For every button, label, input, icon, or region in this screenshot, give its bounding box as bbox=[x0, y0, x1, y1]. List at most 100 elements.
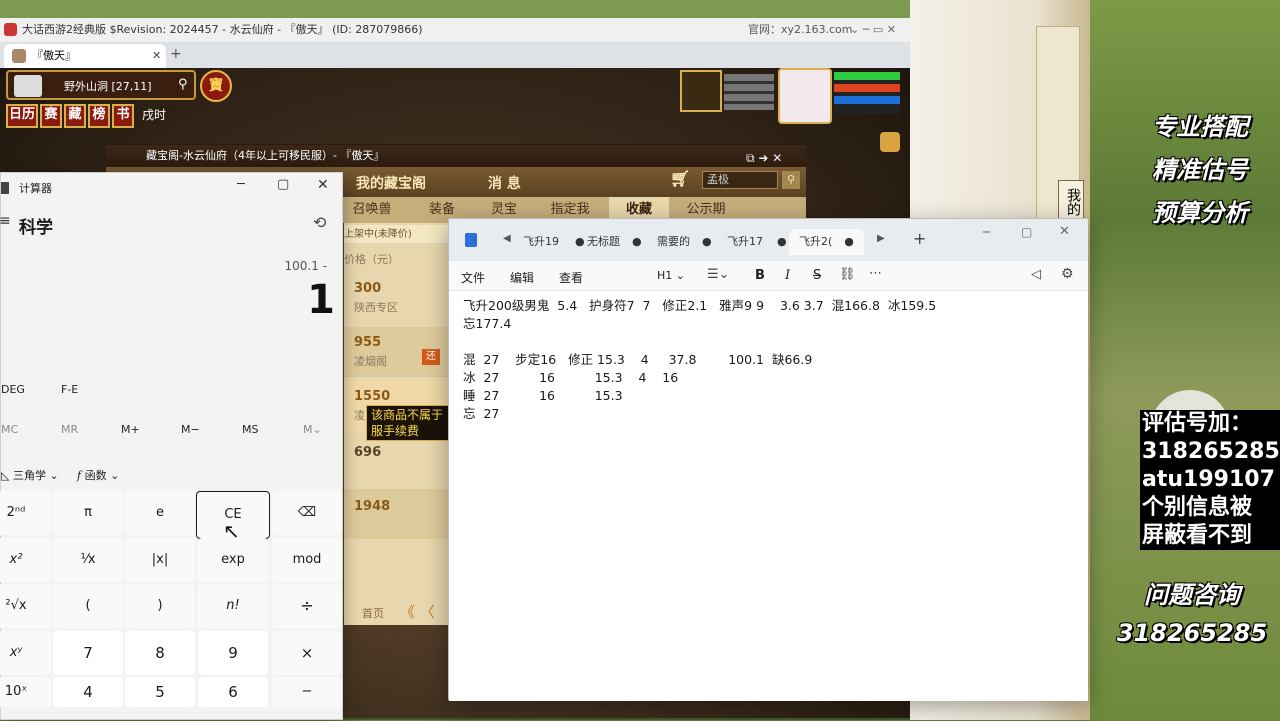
notepad-tab[interactable]: 需要的 ● bbox=[657, 229, 712, 255]
digit-7-button[interactable]: 7 bbox=[53, 631, 123, 675]
search-icon[interactable]: ⚲ bbox=[178, 77, 188, 92]
list-item[interactable]: 300 陕西专区 bbox=[344, 273, 454, 323]
second-button[interactable]: 2ⁿᵈ bbox=[0, 491, 51, 535]
trig-dropdown[interactable]: ◺ 三角学 ⌄ bbox=[1, 467, 59, 483]
pager-prev-icon[interactable]: 《 〈 bbox=[400, 601, 435, 622]
cart-icon[interactable]: 🛒︎ bbox=[670, 169, 690, 188]
digit-9-button[interactable]: 9 bbox=[198, 631, 268, 675]
square-button[interactable]: x² bbox=[0, 538, 51, 582]
list-icon[interactable]: ☰⌄ bbox=[707, 267, 730, 282]
minimize-icon[interactable]: ─ bbox=[983, 225, 990, 239]
heading-select[interactable]: H1 ⌄ bbox=[657, 269, 685, 282]
mr-button[interactable]: MR bbox=[61, 423, 78, 436]
shop-search-input[interactable]: 孟极 bbox=[702, 171, 778, 189]
menu-icon[interactable] bbox=[880, 132, 900, 152]
close-icon[interactable]: ✕ bbox=[152, 44, 161, 68]
shop-header-my[interactable]: 我的藏宝阁 bbox=[356, 173, 426, 193]
calc-display: 1 bbox=[307, 277, 335, 323]
menu-view[interactable]: 查看 bbox=[559, 269, 583, 286]
strikethrough-icon[interactable]: S bbox=[813, 268, 821, 283]
window-controls-icon[interactable]: ⧉ ➜ ✕ bbox=[746, 147, 802, 169]
list-item[interactable]: 955 凌烟阁 还 bbox=[344, 327, 454, 377]
search-icon[interactable]: ⚲ bbox=[782, 171, 800, 189]
italic-icon[interactable]: I bbox=[785, 268, 790, 283]
ten-power-button[interactable]: 10ˣ bbox=[0, 677, 51, 707]
hud-button-treasure[interactable]: 藏 bbox=[64, 104, 86, 128]
m-minus-button[interactable]: M− bbox=[181, 423, 200, 436]
vip-badge[interactable]: 寶 bbox=[200, 70, 232, 102]
digit-5-button[interactable]: 5 bbox=[125, 677, 195, 707]
location-text: 野外山洞 [27,11] bbox=[64, 80, 152, 93]
more-icon[interactable]: ⋯ bbox=[869, 266, 882, 281]
history-icon[interactable]: ⟲ bbox=[313, 213, 326, 232]
notepad-app-icon bbox=[465, 233, 477, 247]
digit-4-button[interactable]: 4 bbox=[53, 677, 123, 707]
notepad-tab[interactable]: 飞升19 ● bbox=[523, 229, 585, 255]
subtract-button[interactable]: − bbox=[272, 677, 342, 707]
power-button[interactable]: xʸ bbox=[0, 631, 51, 675]
menu-edit[interactable]: 编辑 bbox=[510, 269, 534, 286]
window-controls-icon[interactable]: ⌄ ─ ▭ ✕ bbox=[850, 18, 896, 42]
maximize-icon[interactable]: ▢ bbox=[277, 177, 289, 192]
close-paren-button[interactable]: ) bbox=[125, 584, 195, 628]
settings-gear-icon[interactable]: ⚙ bbox=[1061, 266, 1074, 282]
text-line: 睡 27 16 15.3 bbox=[463, 388, 623, 403]
notepad-tab[interactable]: 飞升17 ● bbox=[727, 229, 787, 255]
bold-icon[interactable]: B bbox=[755, 268, 765, 283]
notepad-tab-active[interactable]: 飞升2(● bbox=[789, 229, 864, 255]
ms-button[interactable]: MS bbox=[242, 423, 258, 436]
filter-label[interactable]: 上架中(未降价) bbox=[344, 229, 412, 240]
minimize-icon[interactable]: ─ bbox=[237, 177, 245, 192]
reciprocal-button[interactable]: ¹⁄x bbox=[53, 538, 123, 582]
game-tab-title: 『傲天』 bbox=[32, 49, 76, 62]
m-list-button[interactable]: M⌄ bbox=[303, 423, 322, 436]
divide-button[interactable]: ÷ bbox=[272, 584, 342, 628]
close-icon[interactable]: ✕ bbox=[317, 177, 329, 193]
tab-summon[interactable]: 召唤兽 bbox=[342, 197, 402, 223]
tab-scroll-left-icon[interactable]: ◀ bbox=[503, 233, 511, 244]
menu-icon[interactable]: ≡ bbox=[0, 213, 11, 229]
exp-button[interactable]: exp bbox=[198, 538, 268, 582]
fe-button[interactable]: F-E bbox=[61, 383, 78, 396]
player-portrait[interactable] bbox=[778, 68, 832, 124]
m-plus-button[interactable]: M+ bbox=[121, 423, 140, 436]
open-paren-button[interactable]: ( bbox=[53, 584, 123, 628]
tab-scroll-right-icon[interactable]: ▶ bbox=[877, 233, 885, 244]
multiply-button[interactable]: × bbox=[272, 631, 342, 675]
notepad-editor[interactable]: 飞升200级男鬼 5.4 护身符7 7 修正2.1 雅声9 9 3.6 3.7 … bbox=[449, 291, 1088, 701]
factorial-button[interactable]: n! bbox=[198, 584, 268, 628]
game-tab[interactable]: 『傲天』 ✕ bbox=[4, 44, 166, 68]
hud-button-calendar[interactable]: 日历 bbox=[6, 104, 38, 128]
shop-header-messages[interactable]: 消 息 bbox=[488, 173, 521, 193]
pi-button[interactable]: π bbox=[53, 491, 123, 535]
menu-file[interactable]: 文件 bbox=[461, 269, 485, 286]
hud-button-book[interactable]: 书 bbox=[112, 104, 134, 128]
hud-button-rank[interactable]: 榜 bbox=[88, 104, 110, 128]
new-tab-icon[interactable]: + bbox=[170, 46, 184, 62]
link-icon[interactable]: ⛓︎ bbox=[839, 267, 856, 282]
pager-first[interactable]: 首页 bbox=[362, 605, 384, 621]
return-badge: 还 bbox=[422, 349, 440, 365]
list-item[interactable]: 1948 bbox=[344, 489, 454, 539]
mc-button[interactable]: MC bbox=[1, 423, 18, 436]
abs-button[interactable]: |x| bbox=[125, 538, 195, 582]
tab-dot-icon: ● bbox=[575, 235, 585, 248]
e-button[interactable]: e bbox=[125, 491, 195, 535]
digit-8-button[interactable]: 8 bbox=[125, 631, 195, 675]
notepad-tab[interactable]: 无标题 ● bbox=[587, 229, 642, 255]
hud-button-race[interactable]: 赛 bbox=[40, 104, 62, 128]
chevron-down-icon: ⌄ bbox=[45, 469, 59, 482]
maximize-icon[interactable]: ▢ bbox=[1021, 225, 1032, 239]
close-icon[interactable]: ✕ bbox=[1059, 224, 1070, 239]
deg-button[interactable]: DEG bbox=[1, 383, 25, 396]
backspace-icon[interactable]: ⌫ bbox=[272, 491, 342, 535]
list-item[interactable]: 696 bbox=[344, 435, 454, 485]
new-tab-icon[interactable]: + bbox=[913, 229, 926, 248]
func-dropdown[interactable]: f 函数 ⌄ bbox=[77, 467, 119, 483]
notification-icon[interactable]: ◁ bbox=[1031, 267, 1041, 282]
digit-6-button[interactable]: 6 bbox=[198, 677, 268, 707]
minimap-icon[interactable] bbox=[14, 75, 42, 97]
mod-button[interactable]: mod bbox=[272, 538, 342, 582]
pet-portrait[interactable] bbox=[680, 70, 722, 112]
sqrt-button[interactable]: ²√x bbox=[0, 584, 51, 628]
